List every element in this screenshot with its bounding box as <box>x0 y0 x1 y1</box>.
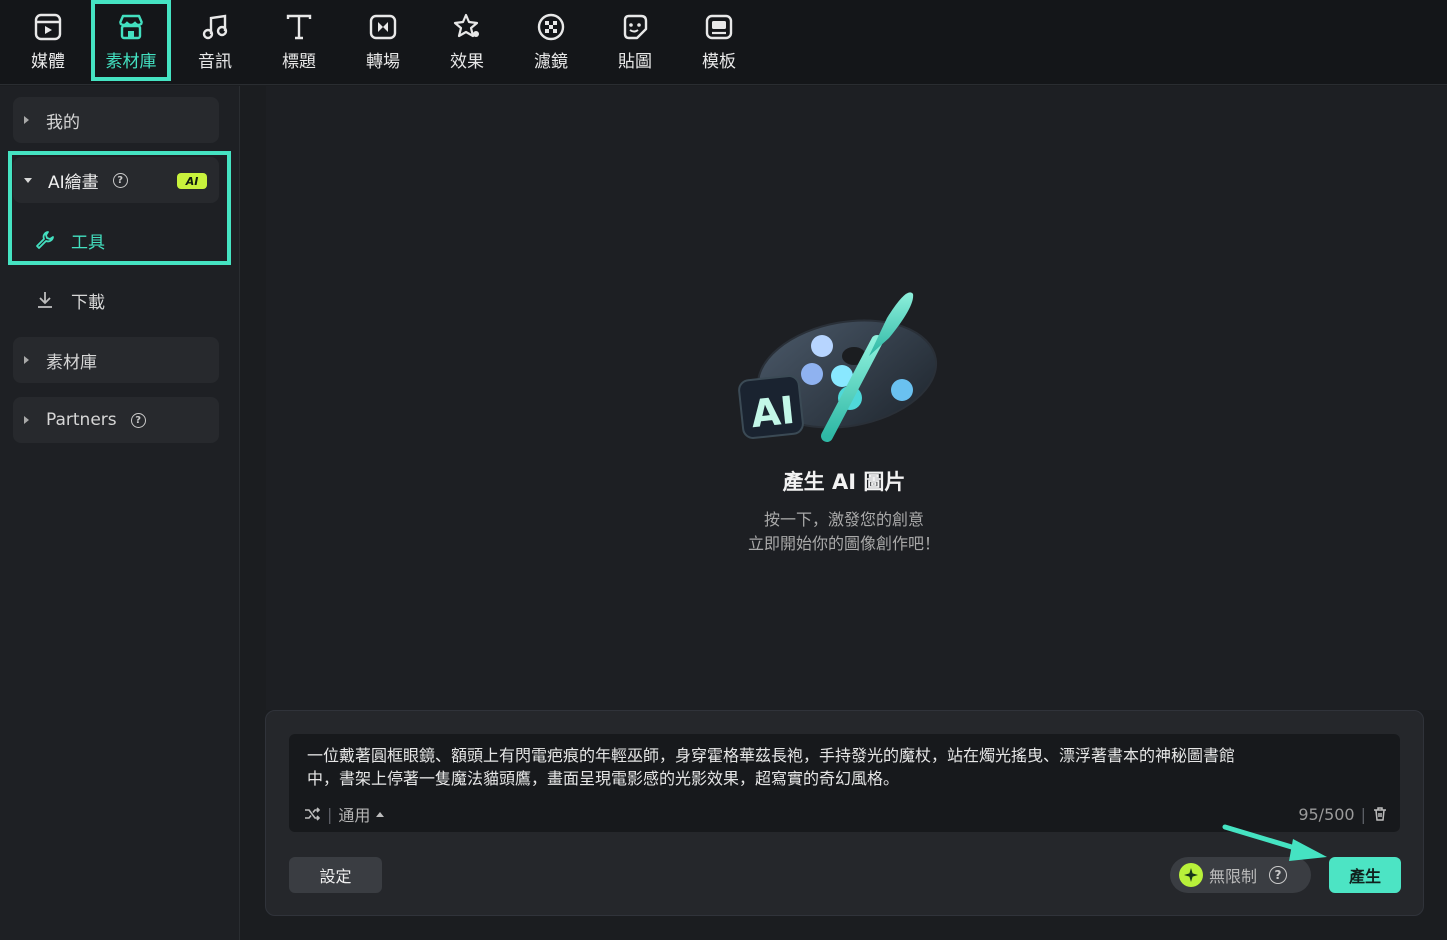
media-icon <box>31 10 65 44</box>
tab-label: 標題 <box>282 52 316 72</box>
tab-stickers[interactable]: 貼圖 <box>595 0 675 82</box>
ai-palette-illustration: AI <box>737 286 947 446</box>
top-toolbar: 媒體 素材庫 音訊 標題 轉場 效果 濾鏡 貼圖 模板 <box>0 0 1447 85</box>
sidebar-item-partners[interactable]: Partners ? <box>13 397 219 443</box>
prompt-input[interactable]: 一位戴著圓框眼鏡、額頭上有閃電疤痕的年輕巫師，身穿霍格華茲長袍，手持發光的魔杖，… <box>289 734 1400 832</box>
caret-up-icon[interactable] <box>376 811 385 817</box>
chevron-down-icon <box>24 177 32 183</box>
tab-transitions[interactable]: 轉場 <box>343 0 423 82</box>
tab-effects[interactable]: 效果 <box>427 0 507 82</box>
tab-label: 貼圖 <box>618 52 652 72</box>
tab-templates[interactable]: 模板 <box>679 0 759 82</box>
help-icon[interactable]: ? <box>112 172 128 188</box>
chevron-right-icon <box>24 416 29 424</box>
hero-subtitle: 按一下，激發您的創意 立即開始你的圖像創作吧！ <box>241 508 1447 556</box>
main-panel: AI 產生 AI 圖片 按一下，激發您的創意 立即開始你的圖像創作吧！ 一位戴著… <box>241 86 1447 940</box>
trash-icon[interactable] <box>1372 806 1388 822</box>
download-icon <box>35 290 55 310</box>
ai-label: AI <box>748 387 797 437</box>
hero-title: 產生 AI 圖片 <box>782 470 906 494</box>
tab-filters[interactable]: 濾鏡 <box>511 0 591 82</box>
divider: | <box>1360 804 1366 824</box>
tab-label: 濾鏡 <box>534 52 568 72</box>
sidebar-item-label: AI繪畫 <box>48 172 99 193</box>
sticker-icon <box>618 10 652 44</box>
ai-badge: AI <box>177 173 207 189</box>
template-icon <box>702 10 736 44</box>
tab-titles[interactable]: 標題 <box>259 0 339 82</box>
tab-label: 音訊 <box>198 52 232 72</box>
style-dropdown[interactable]: 通用 <box>338 802 370 826</box>
tab-media[interactable]: 媒體 <box>8 0 88 82</box>
store-icon <box>114 10 148 44</box>
prompt-text-line: 中，書架上停著一隻魔法貓頭鷹，畫面呈現電影感的光影效果，超寫實的奇幻風格。 <box>307 769 900 788</box>
sidebar-item-label: 我的 <box>46 112 80 133</box>
tab-label: 轉場 <box>366 52 400 72</box>
prompt-text-line: 一位戴著圓框眼鏡、額頭上有閃電疤痕的年輕巫師，身穿霍格華茲長袍，手持發光的魔杖，… <box>307 746 1236 765</box>
text-title-icon <box>282 10 316 44</box>
sparkle-icon <box>1179 863 1203 887</box>
generate-button[interactable]: 產生 <box>1329 857 1401 893</box>
shuffle-icon[interactable] <box>303 805 321 823</box>
tab-stock-library[interactable]: 素材庫 <box>91 0 171 82</box>
credits-label: 無限制 <box>1209 867 1258 886</box>
tab-label: 模板 <box>702 52 736 72</box>
credits-pill[interactable]: 無限制 ? <box>1170 857 1311 893</box>
tab-label: 媒體 <box>31 52 65 72</box>
help-icon[interactable]: ? <box>130 412 146 428</box>
arrow-annotation-icon <box>1222 824 1327 861</box>
sidebar-item-ai-paint[interactable]: AI繪畫 ? AI <box>13 157 219 203</box>
sidebar-item-tools[interactable]: 工具 <box>35 225 105 255</box>
hero-subtitle-line: 立即開始你的圖像創作吧！ <box>747 534 940 553</box>
tab-label: 效果 <box>450 52 484 72</box>
transition-icon <box>366 10 400 44</box>
music-note-icon <box>198 10 232 44</box>
effects-star-icon <box>450 10 484 44</box>
sidebar-item-label: Partners <box>46 410 117 430</box>
tab-audio[interactable]: 音訊 <box>175 0 255 82</box>
prompt-panel: 一位戴著圓框眼鏡、額頭上有閃電疤痕的年輕巫師，身穿霍格華茲長袍，手持發光的魔杖，… <box>265 710 1424 916</box>
sidebar-item-my[interactable]: 我的 <box>13 97 219 143</box>
sidebar-item-label: 下載 <box>71 292 105 313</box>
filter-icon <box>534 10 568 44</box>
chevron-right-icon <box>24 356 29 364</box>
wrench-icon <box>35 230 55 250</box>
hero-subtitle-line: 按一下，激發您的創意 <box>763 510 924 529</box>
sidebar-item-library[interactable]: 素材庫 <box>13 337 219 383</box>
divider: | <box>327 804 333 824</box>
sidebar-item-label: 工具 <box>71 232 105 253</box>
chevron-right-icon <box>24 116 29 124</box>
tab-label: 素材庫 <box>105 52 157 72</box>
sidebar: 我的 AI繪畫 ? AI 工具 下載 素材庫 Partners ? <box>0 86 240 940</box>
prompt-text[interactable]: 一位戴著圓框眼鏡、額頭上有閃電疤痕的年輕巫師，身穿霍格華茲長袍，手持發光的魔杖，… <box>307 744 1387 790</box>
help-icon[interactable]: ? <box>1269 866 1288 884</box>
sidebar-item-download[interactable]: 下載 <box>35 285 105 315</box>
sidebar-item-label: 素材庫 <box>46 352 97 373</box>
settings-button[interactable]: 設定 <box>289 857 382 893</box>
